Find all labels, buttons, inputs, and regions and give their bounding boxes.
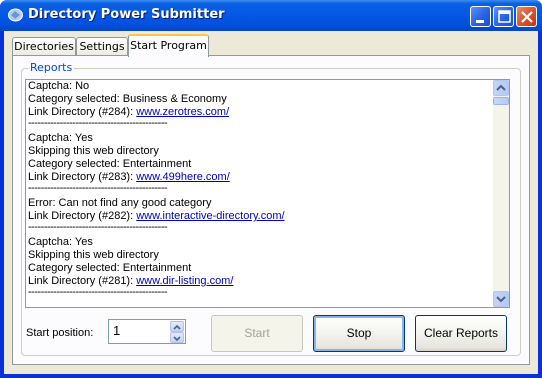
report-line: Link Directory (#284): www.zerotres.com/ [28,106,494,119]
scroll-down-button[interactable] [493,291,509,307]
chevron-down-icon [173,336,181,342]
tab-settings[interactable]: Settings [76,37,128,56]
report-line: Category selected: Entertainment [28,158,192,170]
chevron-up-icon [496,84,506,91]
reports-textbox[interactable]: Captcha: No Category selected: Business … [25,79,510,308]
close-icon [521,11,533,23]
report-line: Link Directory (#281): www.dir-listing.c… [28,275,494,288]
chevron-up-icon [173,324,181,330]
report-line: Category selected: Business & Economy [28,93,227,105]
minimize-button[interactable] [470,6,491,27]
report-separator: ----------------------------------------… [28,184,168,194]
directory-link[interactable]: www.interactive-directory.com/ [136,210,284,222]
maximize-button[interactable] [493,6,514,27]
app-icon [8,8,23,22]
spinner-up-button[interactable] [170,321,184,332]
close-button[interactable] [516,6,537,27]
scroll-up-button[interactable] [493,80,509,96]
client-area: Directories Settings Start Program Repor… [4,31,538,374]
window-title: Directory Power Submitter [28,7,225,22]
start-position-label: Start position: [26,327,94,339]
report-line: Captcha: Yes [28,132,93,144]
report-line: Captcha: Yes [28,236,93,248]
tab-start-program[interactable]: Start Program [128,34,209,57]
directory-link[interactable]: www.499here.com/ [136,171,230,183]
chevron-down-icon [496,296,506,303]
report-line: Skipping this web directory [28,145,159,157]
directory-link[interactable]: www.zerotres.com/ [136,106,229,118]
reports-content: Captcha: No Category selected: Business … [28,80,494,301]
controls-row: Start position: 1 Start Stop Clear Repor… [22,313,520,353]
report-line: Skipping this web directory [28,249,159,261]
reports-group: Reports Captcha: No Category selected: B… [21,61,521,356]
title-bar[interactable]: Directory Power Submitter [0,0,542,31]
minimize-icon [476,20,484,23]
scroll-thumb[interactable] [493,97,509,105]
start-button[interactable]: Start [211,315,303,352]
report-separator: ----------------------------------------… [28,119,168,129]
clear-reports-button[interactable]: Clear Reports [415,315,507,352]
maximize-icon [498,10,511,23]
report-line: Link Directory (#282): www.interactive-d… [28,210,494,223]
start-program-panel: Reports Captcha: No Category selected: B… [12,55,530,365]
report-line: Link Directory (#283): www.499here.com/ [28,171,494,184]
reports-scrollbar[interactable] [493,80,509,307]
report-line-text: Link Directory (#282): [28,210,137,222]
report-separator: ----------------------------------------… [28,223,168,233]
report-line: Error: Can not find any good category [28,197,212,209]
tab-directories[interactable]: Directories [12,37,76,56]
directory-link[interactable]: www.dir-listing.com/ [136,275,233,287]
report-separator: ----------------------------------------… [28,288,168,298]
start-position-spinner[interactable]: 1 [108,319,186,344]
report-line-text: Link Directory (#284): [28,106,137,118]
report-line-text: Link Directory (#283): [28,171,137,183]
report-line: Category selected: Entertainment [28,262,192,274]
reports-group-label: Reports [28,61,75,74]
app-window: Directory Power Submitter Directories Se… [0,0,542,378]
report-line: Captcha: No [28,80,90,92]
report-line-text: Link Directory (#281): [28,275,137,287]
spinner-down-button[interactable] [170,332,184,343]
start-position-value[interactable]: 1 [113,323,120,338]
stop-button[interactable]: Stop [313,315,405,352]
